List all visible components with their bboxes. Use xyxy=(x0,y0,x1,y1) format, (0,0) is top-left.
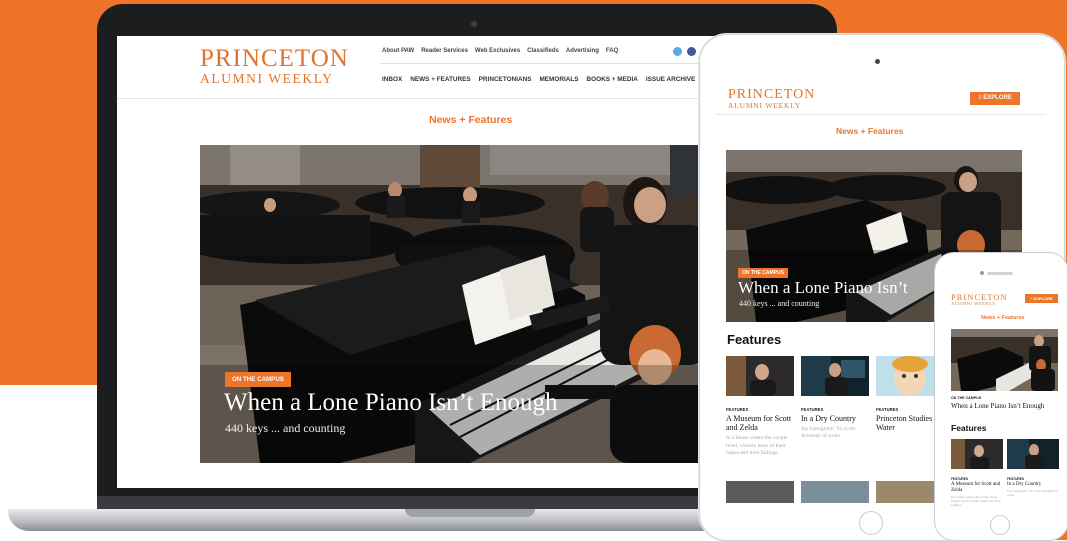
phone-logo-line2: ALUMNI WEEKLY xyxy=(951,300,996,306)
tablet-header-rule xyxy=(716,114,1046,115)
nav-memorials[interactable]: MEMORIALS xyxy=(539,76,578,83)
hero-dek: 440 keys ... and counting xyxy=(225,421,346,435)
laptop-notch xyxy=(405,509,535,517)
phone-screen: PRINCETON ALUMNI WEEKLY ≡ EXPLORE News +… xyxy=(945,287,1063,509)
phone-hero-headline[interactable]: When a Lone Piano Isn’t Enough xyxy=(951,402,1044,410)
feature-thumb-row2 xyxy=(801,481,869,503)
phone-feature-card[interactable]: FEATURES In a Dry Country Jay Famigliett… xyxy=(1007,439,1059,498)
phone-features-heading: Features xyxy=(951,423,987,433)
portrait-photo xyxy=(726,356,794,396)
man-with-screens-photo xyxy=(1007,439,1059,469)
hero-headline[interactable]: When a Lone Piano Isn’t Enough xyxy=(224,389,558,417)
top-nav-web-exclusives[interactable]: Web Exclusives xyxy=(475,48,520,54)
site-logo[interactable]: PRINCETON ALUMNI WEEKLY xyxy=(200,46,349,86)
laptop-camera xyxy=(471,21,477,27)
phone-hero-tag[interactable]: ON THE CAMPUS xyxy=(951,396,981,400)
top-nav-about[interactable]: About PAW xyxy=(382,48,414,54)
top-nav: About PAW Reader Services Web Exclusives Cl… xyxy=(382,48,625,54)
feature-desc: Jay Famiglietti ’82 is the Jeremiah of w… xyxy=(1007,488,1058,498)
top-nav-classifieds[interactable]: Classifieds xyxy=(527,48,559,54)
phone-camera xyxy=(980,271,984,275)
hero-tag[interactable]: ON THE CAMPUS xyxy=(225,372,291,387)
tablet-hero-tag[interactable]: ON THE CAMPUS xyxy=(738,268,788,278)
facebook-icon[interactable] xyxy=(687,47,696,56)
phone-home-button[interactable] xyxy=(990,515,1010,535)
top-nav-faq[interactable]: FAQ xyxy=(606,48,618,54)
feature-title[interactable]: In a Dry Country xyxy=(1007,482,1059,488)
explore-button[interactable]: ≡ EXPLORE xyxy=(970,92,1020,105)
feature-kicker: FEATURES xyxy=(1007,477,1024,481)
top-nav-advertising[interactable]: Advertising xyxy=(566,48,599,54)
feature-kicker: FEATURES xyxy=(951,477,968,481)
features-heading: Features xyxy=(727,332,782,347)
nav-inbox[interactable]: INBOX xyxy=(382,76,402,83)
nav-books-media[interactable]: BOOKS + MEDIA xyxy=(587,76,638,83)
tablet-camera xyxy=(875,59,880,64)
phone-speaker xyxy=(987,272,1013,275)
feature-card[interactable]: FEATURES A Museum for Scott and Zelda In… xyxy=(726,356,794,457)
logo-line2: ALUMNI WEEKLY xyxy=(200,71,334,86)
tablet-section-title: News + Features xyxy=(836,126,904,136)
portrait-photo xyxy=(951,439,1003,469)
feature-title[interactable]: In a Dry Country xyxy=(801,414,869,423)
man-with-screens-photo xyxy=(801,356,869,396)
feature-desc: In a house where the couple lived, visit… xyxy=(726,435,788,456)
tablet-logo[interactable]: PRINCETON ALUMNI WEEKLY xyxy=(728,88,815,110)
phone-hero-image[interactable] xyxy=(951,329,1058,391)
twitter-icon[interactable] xyxy=(673,47,682,56)
feature-card[interactable]: FEATURES In a Dry Country Jay Famigliett… xyxy=(801,356,869,440)
phone-section-title: News + Features xyxy=(981,315,1025,321)
feature-thumb-row2 xyxy=(726,481,794,503)
nav-news-features[interactable]: NEWS + FEATURES xyxy=(410,76,470,83)
tablet-hero-headline[interactable]: When a Lone Piano Isn’t xyxy=(738,278,908,298)
feature-kicker: FEATURES xyxy=(726,407,749,412)
phone-explore-button[interactable]: ≡ EXPLORE xyxy=(1025,294,1058,303)
main-nav: INBOX NEWS + FEATURES PRINCETONIANS MEMORIA… xyxy=(382,76,703,83)
feature-kicker: FEATURES xyxy=(801,407,824,412)
tablet-logo-line1: PRINCETON xyxy=(728,87,816,102)
feature-title[interactable]: A Museum for Scott and Zelda xyxy=(951,482,1003,494)
tablet-hero-dek: 440 keys ... and counting xyxy=(739,299,820,308)
top-nav-reader-services[interactable]: Reader Services xyxy=(421,48,468,54)
nav-issue-archive[interactable]: ISSUE ARCHIVE xyxy=(646,76,695,83)
tablet-home-button[interactable] xyxy=(859,511,883,535)
phone-feature-card[interactable]: FEATURES A Museum for Scott and Zelda In… xyxy=(951,439,1003,508)
feature-desc: In a house where the couple lived, visit… xyxy=(951,494,1001,508)
section-title: News + Features xyxy=(429,114,513,126)
nav-princetonians[interactable]: PRINCETONIANS xyxy=(479,76,532,83)
logo-line1: PRINCETON xyxy=(200,45,349,72)
tablet-logo-line2: ALUMNI WEEKLY xyxy=(728,101,802,110)
feature-desc: Jay Famiglietti ’82 is the Jeremiah of w… xyxy=(801,426,856,440)
phone-logo[interactable]: PRINCETON ALUMNI WEEKLY xyxy=(951,293,1008,306)
piano-room-photo xyxy=(951,329,1058,391)
feature-title[interactable]: A Museum for Scott and Zelda xyxy=(726,414,794,432)
